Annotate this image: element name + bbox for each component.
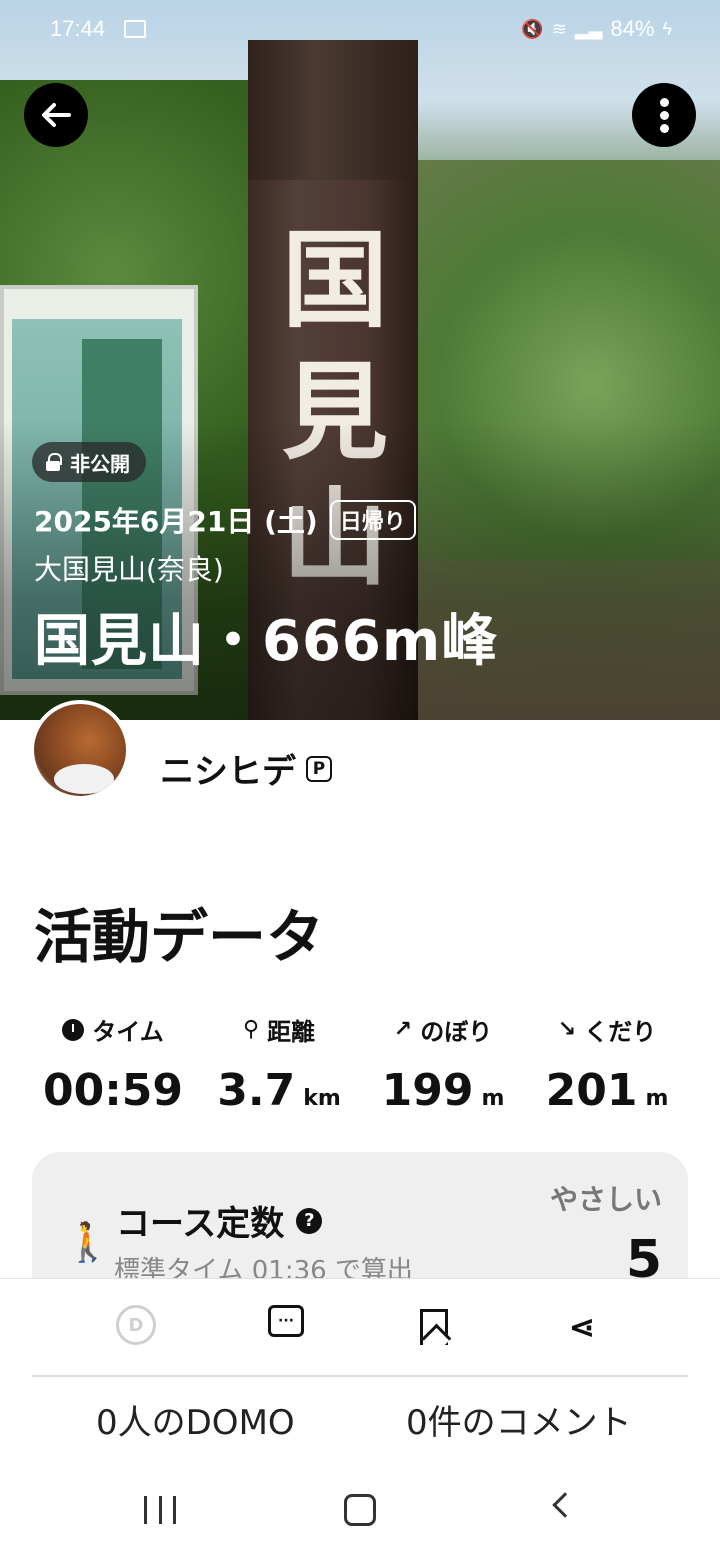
system-back-button[interactable] xyxy=(552,1492,578,1518)
activity-stats: タイム 00:59 ⚲ 距離 3.7 km ↗ のぼり 199 m ↘ くだり 201 m xyxy=(0,1012,720,1122)
battery-level: 84% xyxy=(610,16,655,41)
domo-count-link[interactable]: 0人のDOMO xyxy=(96,1395,295,1444)
stat-value: 3.7 xyxy=(217,1065,296,1116)
lock-icon xyxy=(46,453,62,471)
stat-descent: ↘ くだり 201 m xyxy=(545,1017,669,1116)
difficulty-level: やさしい xyxy=(549,1183,662,1216)
more-vertical-icon xyxy=(659,97,669,133)
ascent-icon: ↗ xyxy=(393,1017,413,1042)
user-name[interactable]: ニシヒデ P xyxy=(160,744,332,793)
back-button[interactable] xyxy=(24,83,88,147)
divider xyxy=(32,1375,688,1377)
more-options-button[interactable] xyxy=(632,83,696,147)
descent-icon: ↘ xyxy=(557,1017,577,1042)
bookmark-icon xyxy=(420,1309,448,1345)
visibility-label: 非公開 xyxy=(70,451,130,476)
activity-date: 2025年6月21日 (土) 日帰り xyxy=(34,500,416,540)
stat-value: 201 xyxy=(545,1065,638,1116)
system-nav-bar xyxy=(0,1470,720,1550)
help-icon[interactable]: ? xyxy=(296,1207,323,1234)
date-text: 2025年6月21日 (土) xyxy=(34,505,318,538)
course-title: コース定数 xyxy=(116,1204,285,1244)
home-button[interactable] xyxy=(344,1494,376,1526)
premium-badge: P xyxy=(306,755,332,782)
wifi-icon: ≋ xyxy=(551,18,567,39)
timer-icon xyxy=(62,1018,85,1041)
stat-value: 00:59 xyxy=(42,1065,184,1116)
avatar[interactable] xyxy=(30,700,130,800)
recent-apps-button[interactable] xyxy=(144,1496,176,1524)
status-bar: 17:44 🔇 ≋ ▂▃ 84% ϟ xyxy=(0,14,720,46)
share-icon[interactable]: ⋖ xyxy=(560,1305,604,1349)
charging-icon: ϟ xyxy=(662,18,672,39)
mute-icon: 🔇 xyxy=(521,18,544,39)
section-title: 活動データ xyxy=(34,903,325,971)
route-icon: ⚲ xyxy=(242,1017,260,1042)
stat-value: 199 xyxy=(381,1065,474,1116)
status-time: 17:44 xyxy=(50,16,106,41)
domo-icon[interactable]: D xyxy=(116,1305,156,1345)
action-bar: D ··· ⋖ xyxy=(0,1279,720,1375)
comment-count-link[interactable]: 0件のコメント xyxy=(406,1395,632,1444)
post-char-1: 国 xyxy=(282,219,388,342)
activity-title: 国見山・666m峰 xyxy=(34,609,499,674)
stat-distance: ⚲ 距離 3.7 km xyxy=(217,1017,341,1116)
signal-icon: ▂▃ xyxy=(574,18,603,39)
user-name-text: ニシヒデ xyxy=(160,752,296,792)
summit-post-top xyxy=(248,40,418,180)
arrow-left-icon xyxy=(42,103,71,127)
trip-type-tag: 日帰り xyxy=(329,500,416,540)
image-notification-icon xyxy=(124,20,146,38)
hiker-icon: 🚶 xyxy=(64,1220,112,1264)
stat-time: タイム 00:59 xyxy=(42,1018,184,1116)
visibility-badge: 非公開 xyxy=(32,442,146,482)
bookmark-button[interactable] xyxy=(412,1305,456,1349)
stat-ascent: ↗ のぼり 199 m xyxy=(381,1017,505,1116)
comment-icon[interactable]: ··· xyxy=(268,1305,304,1337)
mountain-area[interactable]: 大国見山(奈良) xyxy=(34,548,224,588)
